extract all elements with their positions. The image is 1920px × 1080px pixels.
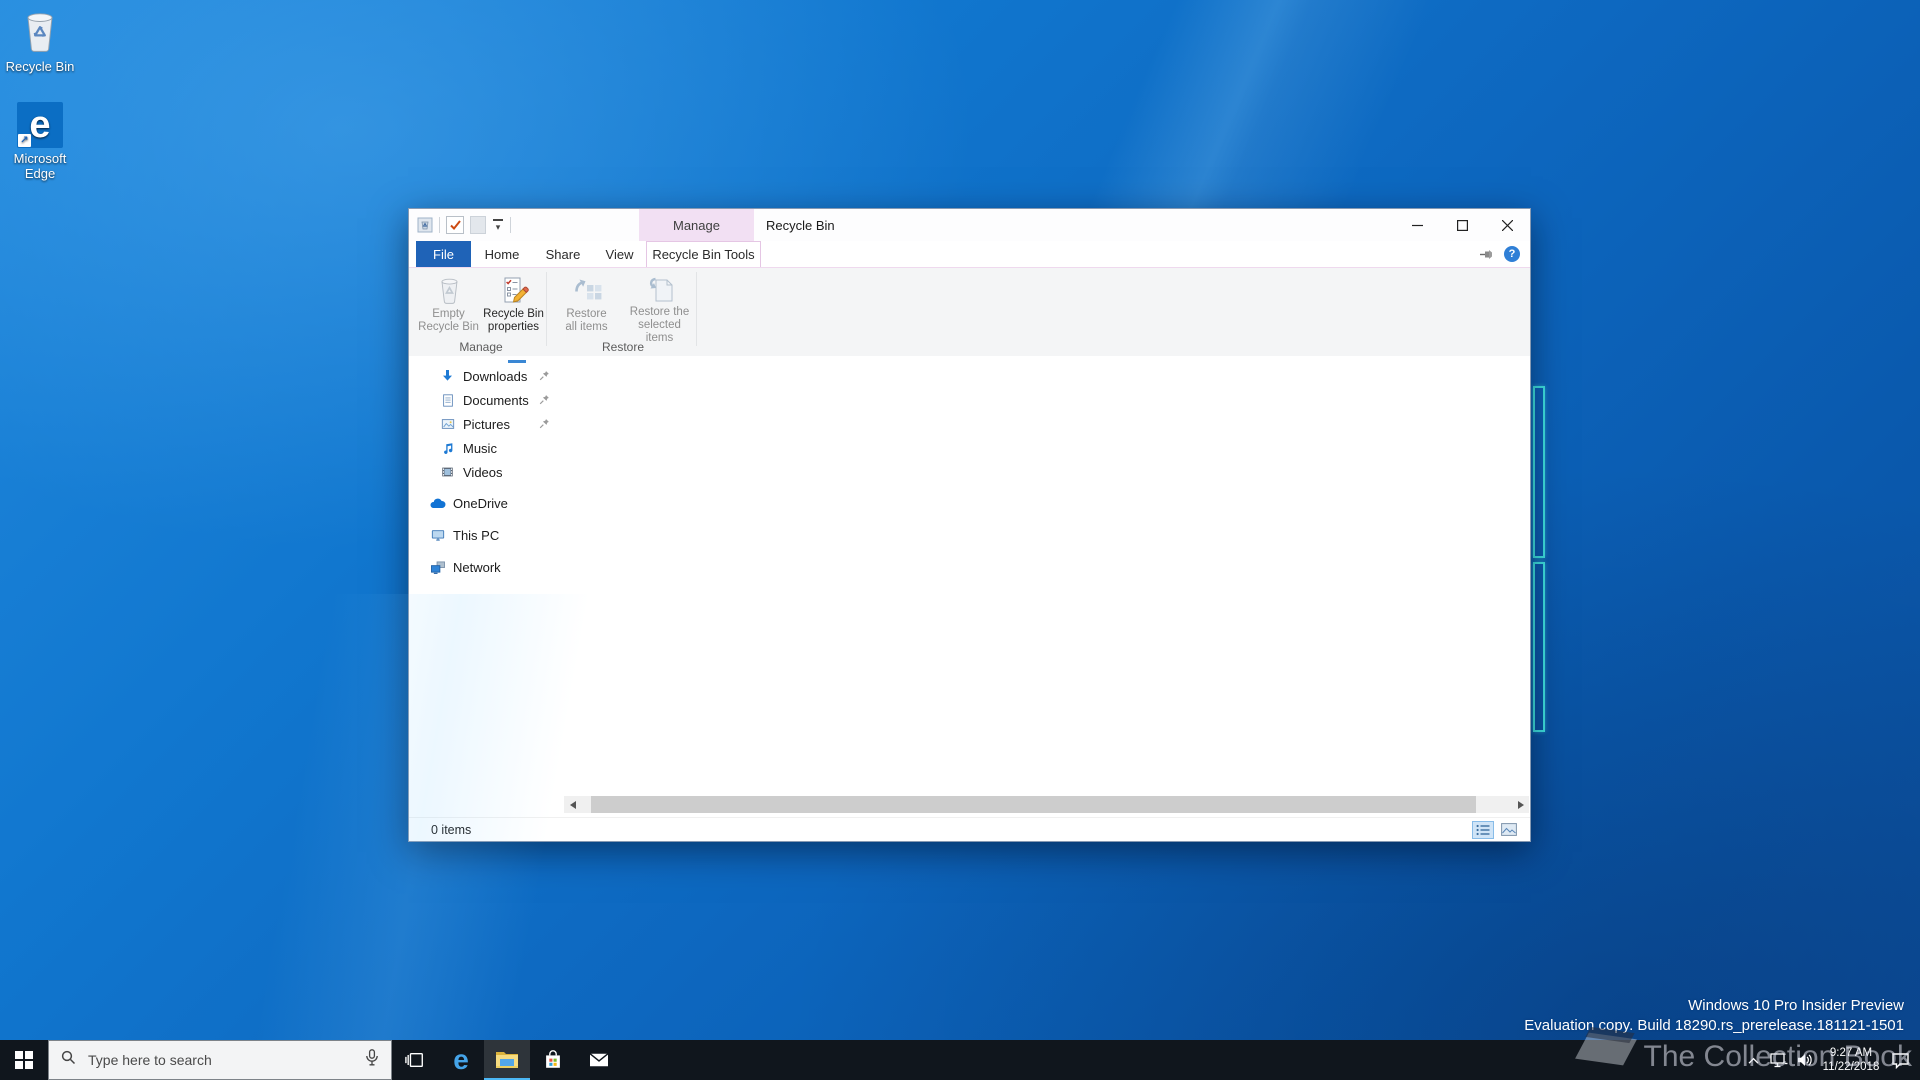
desktop-icon-microsoft-edge[interactable]: e ↗ Microsoft Edge	[2, 100, 78, 181]
ribbon-tab-row: File Home Share View Recycle Bin Tools ?	[409, 241, 1530, 268]
sidebar-item-videos[interactable]: Videos	[409, 460, 564, 484]
quick-access-toolbar: ▾	[417, 209, 511, 241]
ribbon-group-label-manage: Manage	[459, 340, 503, 354]
start-button[interactable]	[0, 1040, 48, 1080]
hidden-icons-chevron[interactable]	[1740, 1056, 1766, 1065]
restore-all-icon	[571, 274, 603, 308]
edge-taskbar-button[interactable]: e	[438, 1040, 484, 1080]
network-tray-icon[interactable]	[1766, 1052, 1792, 1068]
pin-icon	[539, 393, 550, 408]
search-icon	[61, 1050, 76, 1070]
volume-tray-icon[interactable]	[1792, 1053, 1818, 1067]
restore-selected-icon	[644, 274, 676, 306]
sidebar-item-onedrive[interactable]: OneDrive	[409, 491, 564, 515]
scrollbar-thumb[interactable]	[591, 796, 1476, 813]
qat-properties-button[interactable]	[446, 216, 464, 234]
empty-recycle-bin-icon	[434, 274, 464, 308]
sidebar-item-pictures[interactable]: Pictures	[409, 412, 564, 436]
pin-icon	[539, 417, 550, 432]
ribbon: Empty Recycle Bin Recycle Bin properties…	[409, 268, 1530, 358]
search-input[interactable]	[86, 1051, 357, 1069]
build-watermark: Windows 10 Pro Insider Preview Evaluatio…	[1524, 997, 1904, 1034]
clock[interactable]: 9:27 AM 11/22/2018	[1818, 1046, 1884, 1074]
restore-selected-items-button[interactable]: Restore the selected items	[623, 270, 696, 344]
tab-recycle-bin-tools[interactable]: Recycle Bin Tools	[646, 241, 761, 267]
snap-outline	[1533, 562, 1545, 732]
desktop-icon-label: Microsoft Edge	[13, 151, 67, 181]
title-bar: ▾ Manage Recycle Bin	[409, 209, 1530, 241]
desktop-icon-label: Recycle Bin	[5, 59, 75, 74]
close-button[interactable]	[1485, 209, 1530, 241]
desktop-icon-recycle-bin[interactable]: Recycle Bin	[2, 8, 78, 74]
ribbon-group-label-restore: Restore	[601, 340, 645, 354]
pin-icon	[539, 369, 550, 384]
edge-icon: e ↗	[17, 102, 63, 148]
clipped-tree-item	[409, 356, 564, 364]
qat-new-folder-button[interactable]	[470, 216, 486, 234]
sidebar-item-music[interactable]: Music	[409, 436, 564, 460]
tab-file[interactable]: File	[416, 241, 471, 267]
sidebar-item-network[interactable]: Network	[409, 555, 564, 579]
recycle-bin-icon	[2, 8, 78, 56]
mail-icon	[589, 1053, 609, 1067]
empty-recycle-bin-button[interactable]: Empty Recycle Bin	[416, 270, 481, 338]
shortcut-arrow-icon: ↗	[18, 134, 31, 147]
window-title: Recycle Bin	[766, 217, 835, 233]
clock-date: 11/22/2018	[1822, 1061, 1880, 1073]
maximize-button[interactable]	[1440, 209, 1485, 241]
edge-icon: e	[453, 1044, 469, 1075]
snap-outline	[1533, 386, 1545, 558]
sidebar-item-downloads[interactable]: Downloads	[409, 364, 564, 388]
desktop: Recycle Bin e ↗ Microsoft Edge Windows 1…	[0, 0, 1920, 1080]
videos-icon	[439, 464, 456, 480]
navigation-pane: Downloads Documents Pictures Music Video…	[409, 356, 564, 818]
details-view-button[interactable]	[1472, 820, 1494, 839]
minimize-button[interactable]	[1395, 209, 1440, 241]
item-count: 0 items	[431, 822, 472, 837]
file-explorer-taskbar-button[interactable]	[484, 1040, 530, 1080]
microphone-icon[interactable]	[365, 1049, 379, 1071]
clock-time: 9:27 AM	[1829, 1047, 1873, 1059]
file-list-empty-area[interactable]	[564, 356, 1530, 818]
tab-share[interactable]: Share	[533, 241, 593, 267]
tab-home[interactable]: Home	[471, 241, 533, 267]
scroll-left-arrow[interactable]	[564, 796, 581, 813]
music-icon	[439, 440, 456, 456]
window-recycle-bin-icon	[417, 217, 433, 233]
recycle-bin-properties-button[interactable]: Recycle Bin properties	[481, 270, 546, 338]
task-view-icon	[405, 1052, 423, 1068]
documents-icon	[439, 392, 456, 408]
network-icon	[429, 559, 446, 575]
this-pc-icon	[429, 527, 446, 543]
help-button[interactable]: ?	[1504, 246, 1520, 262]
store-icon	[546, 1050, 560, 1068]
pictures-icon	[439, 416, 456, 432]
large-icons-view-button[interactable]	[1498, 821, 1520, 839]
windows-logo-icon	[15, 1051, 33, 1069]
qat-customize-chevron-icon[interactable]: ▾	[492, 219, 504, 231]
store-taskbar-button[interactable]	[530, 1040, 576, 1080]
action-center-button[interactable]	[1884, 1052, 1916, 1069]
horizontal-scrollbar[interactable]	[564, 796, 1529, 813]
onedrive-icon	[429, 495, 446, 511]
taskbar: e	[0, 1040, 1920, 1080]
mail-taskbar-button[interactable]	[576, 1040, 622, 1080]
restore-all-items-button[interactable]: Restore all items	[550, 270, 623, 338]
sidebar-item-documents[interactable]: Documents	[409, 388, 564, 412]
status-bar: 0 items	[409, 817, 1530, 841]
pin-ribbon-icon[interactable]	[1479, 248, 1494, 261]
tab-view[interactable]: View	[593, 241, 646, 267]
sidebar-item-this-pc[interactable]: This PC	[409, 523, 564, 547]
explorer-window: ▾ Manage Recycle Bin File Home Share Vie…	[408, 208, 1531, 842]
system-tray: 9:27 AM 11/22/2018	[1740, 1040, 1920, 1080]
properties-icon	[498, 274, 530, 308]
taskbar-search[interactable]	[48, 1040, 392, 1080]
file-explorer-icon	[496, 1052, 518, 1068]
downloads-icon	[439, 368, 456, 384]
context-tab-header[interactable]: Manage	[639, 209, 754, 241]
scroll-right-arrow[interactable]	[1512, 796, 1529, 813]
task-view-button[interactable]	[392, 1040, 438, 1080]
